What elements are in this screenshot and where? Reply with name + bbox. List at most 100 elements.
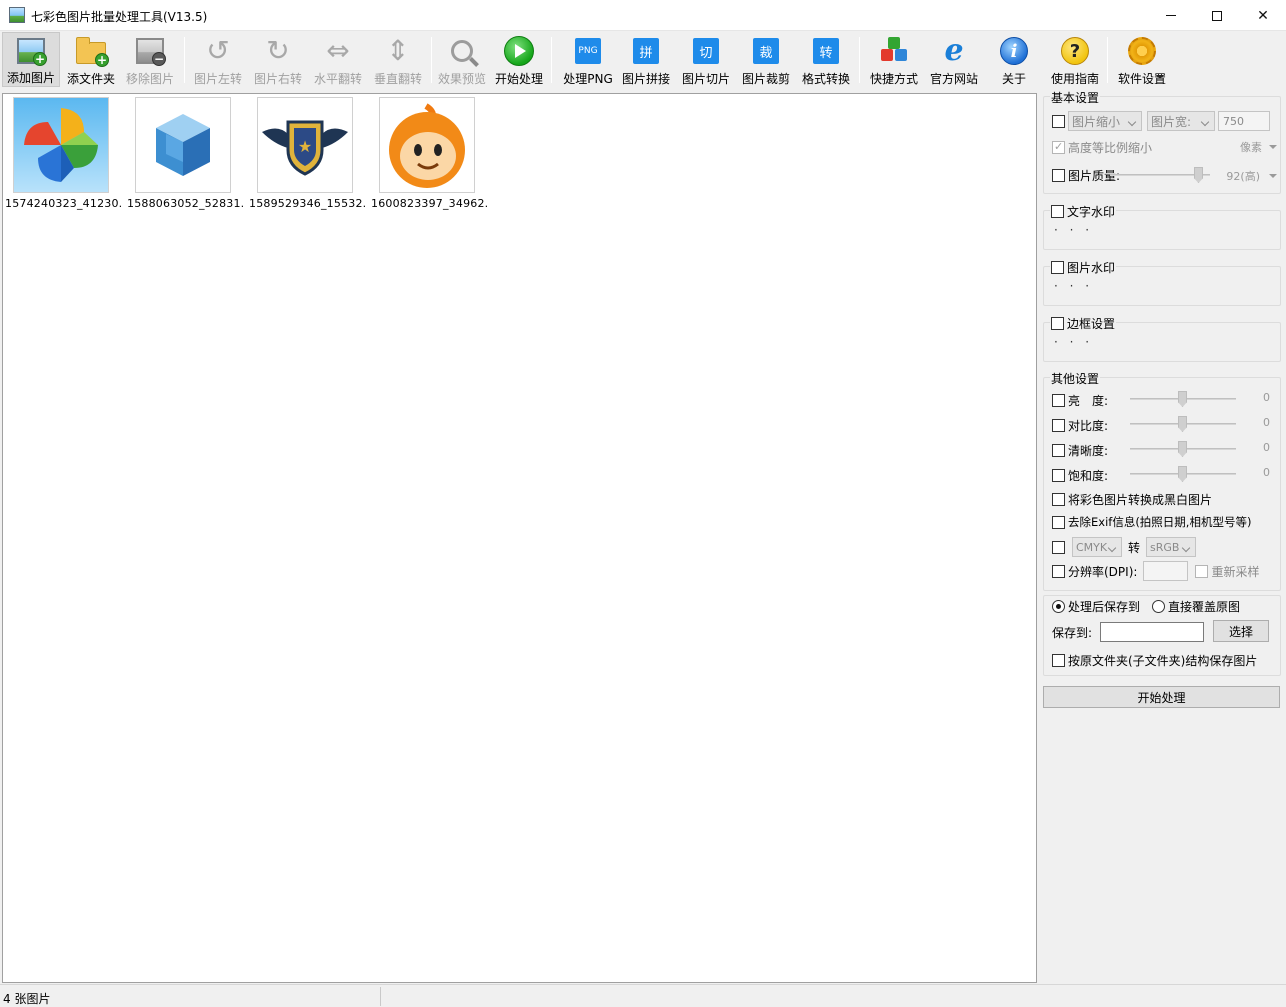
saturation-label: 饱和度: xyxy=(1068,469,1109,483)
brightness-slider-thumb[interactable] xyxy=(1178,391,1187,407)
rotate-right-icon: ↻ xyxy=(266,34,290,67)
saturation-checkbox[interactable] xyxy=(1052,469,1065,482)
image-watermark-checkbox[interactable] xyxy=(1051,261,1064,274)
remove-image-button[interactable]: − 移除图片 xyxy=(122,32,178,87)
process-png-button[interactable]: PNG 处理PNG xyxy=(560,32,616,87)
other-settings-title: 其他设置 xyxy=(1050,370,1101,387)
start-process-button[interactable]: 开始处理 xyxy=(1043,686,1280,708)
window-title: 七彩色图片批量处理工具(V13.5) xyxy=(31,10,208,24)
contrast-slider[interactable] xyxy=(1130,416,1236,432)
text-watermark-checkbox[interactable] xyxy=(1051,205,1064,218)
sharpness-slider[interactable] xyxy=(1130,441,1236,457)
width-input[interactable]: 750 xyxy=(1218,111,1270,131)
overwrite-radio[interactable] xyxy=(1152,600,1166,613)
border-expand[interactable]: · · · xyxy=(1054,335,1093,349)
gear-icon xyxy=(1128,37,1156,65)
image-filename: 1600823397_34962... xyxy=(371,197,489,210)
resize-mode-value: 图片缩小 xyxy=(1072,114,1121,129)
preview-button[interactable]: 效果预览 xyxy=(434,32,490,87)
color-to-value: sRGB xyxy=(1150,540,1180,554)
image-thumbnail[interactable]: 1600823397_34962... xyxy=(371,97,489,212)
save-after-radio[interactable] xyxy=(1052,600,1065,613)
about-label: 关于 xyxy=(1001,72,1026,86)
stitch-button[interactable]: 拼 图片拼接 xyxy=(618,32,674,87)
crop-button[interactable]: 裁 图片裁剪 xyxy=(738,32,794,87)
crop-icon: 裁 xyxy=(753,38,779,64)
border-title[interactable]: 边框设置 xyxy=(1050,315,1117,332)
image-list[interactable]: 1574240323_41230... 1588063052_52831... … xyxy=(2,93,1037,983)
grayscale-row: 将彩色图片转换成黑白图片 xyxy=(1052,491,1212,508)
save-path-input[interactable] xyxy=(1100,622,1205,642)
minimize-button[interactable] xyxy=(1148,0,1194,31)
website-button[interactable]: e 官方网站 xyxy=(926,32,982,87)
slice-button[interactable]: 切 图片切片 xyxy=(678,32,734,87)
border-group: 边框设置 · · · xyxy=(1043,315,1281,362)
image-thumbnail-frame xyxy=(13,97,109,193)
image-watermark-title[interactable]: 图片水印 xyxy=(1050,259,1117,276)
dpi-row: 分辨率(DPI): 重新采样 xyxy=(1052,561,1259,581)
sharpness-checkbox[interactable] xyxy=(1052,444,1065,457)
flip-horizontal-button[interactable]: ⇔ 水平翻转 xyxy=(310,32,366,87)
shortcut-button[interactable]: 快捷方式 xyxy=(866,32,922,87)
quality-checkbox[interactable] xyxy=(1052,169,1065,182)
flip-vertical-button[interactable]: ⇕ 垂直翻转 xyxy=(370,32,426,87)
brightness-slider[interactable] xyxy=(1130,391,1236,407)
text-watermark-expand[interactable]: · · · xyxy=(1054,223,1093,237)
rotate-right-button[interactable]: ↻ 图片右转 xyxy=(250,32,306,87)
image-watermark-expand[interactable]: · · · xyxy=(1054,279,1093,293)
keep-structure-checkbox[interactable] xyxy=(1052,654,1065,667)
add-image-button[interactable]: + 添加图片 xyxy=(2,32,60,87)
toolbar: + 添加图片 + 添文件夹 − 移除图片 ↺ 图片左转 ↻ 图片右转 ⇔ 水平翻… xyxy=(0,31,1286,89)
image-thumbnail[interactable]: 1574240323_41230... xyxy=(5,97,123,212)
contrast-slider-thumb[interactable] xyxy=(1178,416,1187,432)
slice-label: 图片切片 xyxy=(681,72,730,86)
unit-dropdown-icon xyxy=(1269,145,1277,149)
remove-exif-row: 去除Exif信息(拍照日期,相机型号等) xyxy=(1052,514,1251,530)
choose-folder-button[interactable]: 选择 xyxy=(1213,620,1269,642)
guide-button[interactable]: ? 使用指南 xyxy=(1047,32,1103,87)
saturation-slider[interactable] xyxy=(1130,466,1236,482)
play-icon xyxy=(504,36,534,66)
resize-checkbox[interactable] xyxy=(1052,114,1065,128)
quality-slider[interactable] xyxy=(1110,167,1210,183)
grayscale-checkbox[interactable] xyxy=(1052,493,1065,506)
color-to-select[interactable]: sRGB xyxy=(1146,537,1197,557)
dpi-checkbox[interactable] xyxy=(1052,564,1065,578)
quality-slider-thumb[interactable] xyxy=(1194,167,1203,183)
resample-checkbox[interactable] xyxy=(1195,564,1209,578)
settings-dropdown-icon[interactable] xyxy=(1156,75,1164,79)
remove-exif-checkbox[interactable] xyxy=(1052,515,1065,529)
contrast-checkbox[interactable] xyxy=(1052,419,1065,432)
blue-cube-icon xyxy=(136,98,230,192)
unit-select[interactable]: 像素 xyxy=(1222,139,1262,155)
border-checkbox[interactable] xyxy=(1051,317,1064,330)
start-process-toolbar-button[interactable]: 开始处理 xyxy=(491,32,547,87)
crop-label: 图片裁剪 xyxy=(741,72,790,86)
brightness-checkbox[interactable] xyxy=(1052,394,1065,407)
basic-settings-group: 基本设置 图片缩小 图片宽: 750 高度等比例缩小 像素 图片质量: 92(高… xyxy=(1043,89,1281,194)
rotate-left-button[interactable]: ↺ 图片左转 xyxy=(190,32,246,87)
close-button[interactable]: ✕ xyxy=(1240,0,1286,31)
image-thumbnail-frame xyxy=(379,97,475,193)
format-convert-button[interactable]: 转 格式转换 xyxy=(798,32,854,87)
color-from-select[interactable]: CMYK xyxy=(1072,537,1122,557)
dpi-input[interactable] xyxy=(1143,561,1189,581)
save-path-row: 保存到: xyxy=(1052,622,1205,642)
keep-ratio-checkbox[interactable] xyxy=(1052,140,1065,154)
add-folder-button[interactable]: + 添文件夹 xyxy=(63,32,119,87)
color-from-value: CMYK xyxy=(1076,540,1108,554)
keep-ratio-row: 高度等比例缩小 xyxy=(1052,139,1152,156)
resize-dimension-select[interactable]: 图片宽: xyxy=(1147,111,1215,131)
svg-text:★: ★ xyxy=(298,137,312,156)
sharpness-slider-thumb[interactable] xyxy=(1178,441,1187,457)
resize-mode-select[interactable]: 图片缩小 xyxy=(1068,111,1142,131)
maximize-button[interactable] xyxy=(1194,0,1240,31)
stitch-icon: 拼 xyxy=(633,38,659,64)
sharpness-row: 清晰度: xyxy=(1052,442,1108,459)
image-thumbnail[interactable]: 1588063052_52831... xyxy=(127,97,245,212)
text-watermark-title[interactable]: 文字水印 xyxy=(1050,203,1117,220)
color-convert-checkbox[interactable] xyxy=(1052,540,1065,554)
about-button[interactable]: i 关于 xyxy=(986,32,1042,87)
saturation-slider-thumb[interactable] xyxy=(1178,466,1187,482)
image-thumbnail[interactable]: ★ 1589529346_15532... xyxy=(249,97,367,212)
